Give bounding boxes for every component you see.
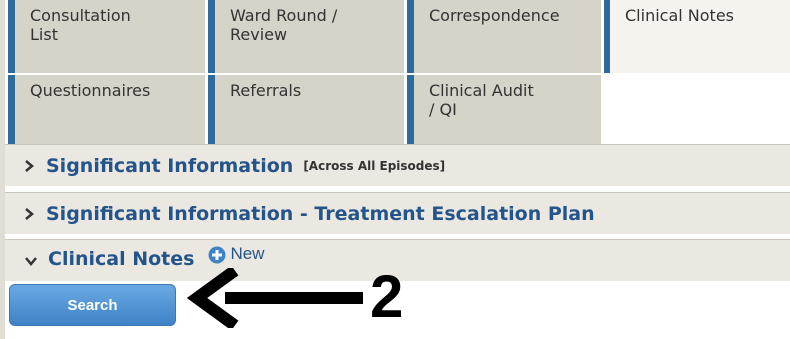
tab-consultation-list[interactable]: Consultation List bbox=[8, 0, 205, 73]
search-button[interactable]: Search bbox=[9, 284, 176, 326]
tab-ward-round-review[interactable]: Ward Round / Review bbox=[208, 0, 404, 73]
tab-label: Referrals bbox=[230, 81, 302, 100]
tab-clinical-audit-qi[interactable]: Clinical Audit / QI bbox=[407, 75, 601, 144]
tab-label: Ward Round / Review bbox=[230, 6, 338, 44]
tab-label: Consultation List bbox=[30, 6, 131, 44]
section-title: Clinical Notes bbox=[48, 248, 195, 270]
tab-label: Clinical Notes bbox=[625, 6, 734, 25]
section-treatment-escalation-plan[interactable]: Significant Information - Treatment Esca… bbox=[5, 192, 790, 234]
new-label: New bbox=[230, 244, 265, 263]
section-title: Significant Information bbox=[46, 154, 294, 177]
chevron-right-icon bbox=[25, 207, 34, 220]
left-arrow-icon bbox=[186, 268, 363, 328]
tab-label: Questionnaires bbox=[30, 81, 151, 100]
tab-correspondence[interactable]: Correspondence bbox=[407, 0, 601, 73]
tab-referrals[interactable]: Referrals bbox=[208, 75, 404, 144]
plus-circle-icon bbox=[208, 246, 226, 264]
chevron-down-icon bbox=[25, 257, 37, 266]
tab-clinical-notes[interactable]: Clinical Notes bbox=[604, 0, 790, 73]
tab-questionnaires[interactable]: Questionnaires bbox=[8, 75, 205, 144]
section-title: Significant Information - Treatment Esca… bbox=[46, 202, 595, 225]
tab-label: Correspondence bbox=[429, 6, 560, 25]
tab-label: Clinical Audit / QI bbox=[429, 81, 534, 119]
step-number-annotation: 2 bbox=[370, 263, 404, 330]
tab-bar: Consultation List Ward Round / Review Co… bbox=[0, 0, 790, 144]
chevron-right-icon bbox=[25, 159, 34, 172]
section-note: [Across All Episodes] bbox=[303, 158, 446, 173]
section-significant-information[interactable]: Significant Information [Across All Epis… bbox=[5, 144, 790, 186]
